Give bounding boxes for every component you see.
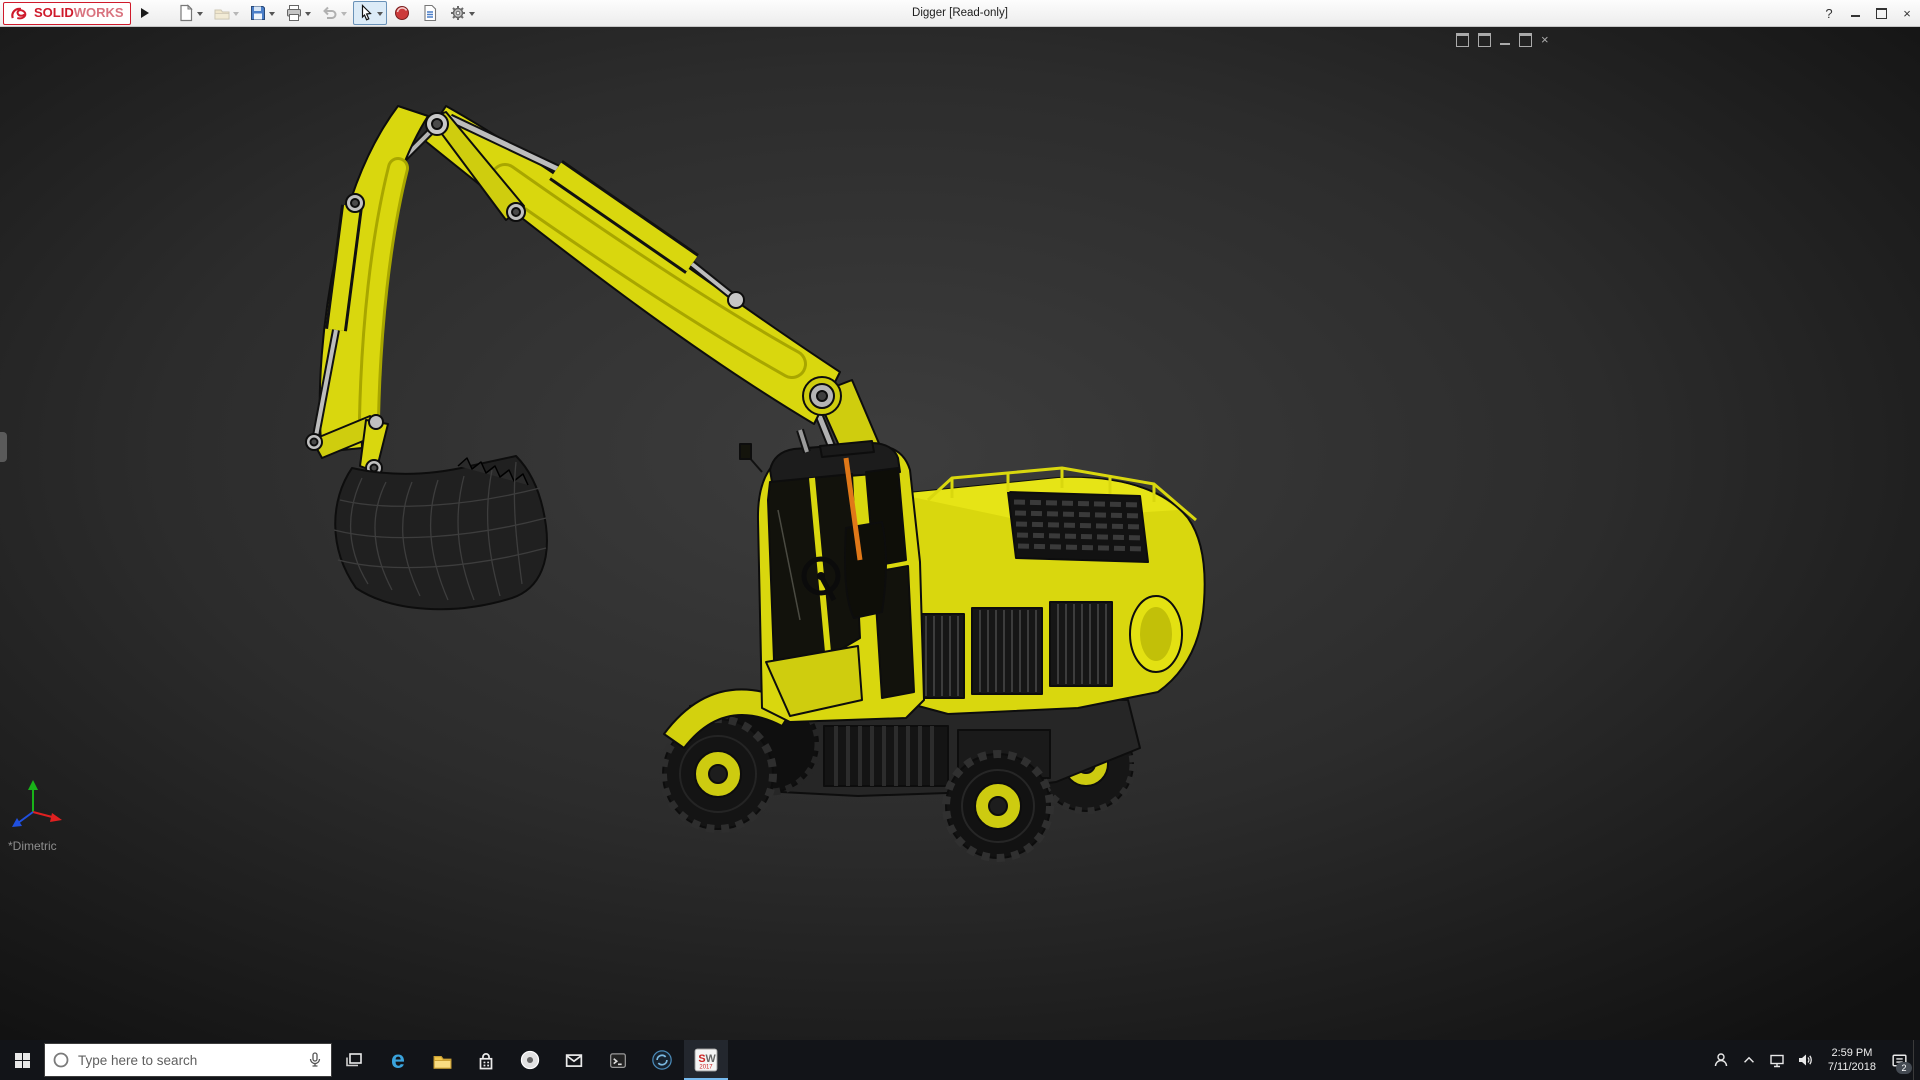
start-button[interactable]	[0, 1040, 44, 1080]
solidworks-app-icon: S W 2017	[694, 1048, 718, 1072]
network-icon	[1770, 1054, 1784, 1068]
console-app-icon	[610, 1053, 626, 1068]
close-button[interactable]: ×	[1894, 0, 1920, 26]
svg-text:W: W	[705, 1053, 716, 1065]
mail-button[interactable]	[552, 1040, 596, 1080]
graphics-viewport[interactable]: × *Dimetric	[0, 26, 1920, 1040]
notification-badge: 2	[1896, 1062, 1912, 1074]
menu-flyout-arrow[interactable]	[138, 2, 152, 24]
rebuild-icon	[394, 6, 409, 20]
restore-icon	[1875, 7, 1887, 19]
select-cursor-icon	[361, 4, 372, 21]
cab	[739, 441, 925, 723]
undo-icon	[322, 6, 337, 19]
options-button[interactable]	[445, 1, 479, 25]
taskbar-search[interactable]	[44, 1043, 332, 1077]
dropdown-arrow-icon[interactable]	[340, 12, 347, 19]
blue-circle-app-button[interactable]	[640, 1040, 684, 1080]
brand-works: WORKS	[73, 5, 124, 20]
search-input[interactable]	[76, 1051, 300, 1069]
cortana-icon	[53, 1052, 69, 1068]
print-icon	[286, 5, 301, 21]
new-document-button[interactable]	[173, 1, 207, 25]
doc-window-icon[interactable]	[1478, 33, 1491, 47]
dassault-3ds-icon	[11, 7, 27, 19]
window-controls: ? ×	[1816, 0, 1920, 26]
people-icon	[1714, 1053, 1728, 1067]
file-properties-icon	[424, 4, 436, 22]
doc-window-icon[interactable]	[1456, 33, 1469, 47]
doc-minimize-icon[interactable]	[1500, 42, 1510, 45]
edge-icon: e	[391, 1045, 405, 1074]
clock-time: 2:59 PM	[1831, 1046, 1873, 1059]
task-view-button[interactable]	[332, 1040, 376, 1080]
dropdown-arrow-icon[interactable]	[304, 12, 311, 19]
solidworks-taskbar-button[interactable]: S W 2017	[684, 1040, 728, 1080]
flyout-arrow-icon	[140, 8, 149, 18]
new-document-icon	[179, 4, 193, 22]
app-titlebar: SOLIDWORKS Digger [Read-only] ? ×	[0, 0, 1920, 27]
select-button[interactable]	[352, 1, 387, 25]
show-desktop-button[interactable]	[1913, 1040, 1920, 1080]
open-button[interactable]	[209, 1, 243, 25]
system-tray: 2:59 PM 7/11/2018 2	[1707, 1040, 1920, 1080]
file-properties-button[interactable]	[417, 1, 443, 25]
task-view-icon	[346, 1053, 362, 1067]
brand-solid: SOLID	[34, 5, 74, 20]
desktop-screen: SOLIDWORKS Digger [Read-only] ? × × *Dim…	[0, 0, 1920, 1080]
rebuild-button[interactable]	[389, 1, 415, 25]
hidden-icons-button[interactable]	[1735, 1040, 1763, 1080]
svg-text:2017: 2017	[699, 1065, 712, 1071]
mail-icon	[565, 1054, 583, 1067]
help-button[interactable]: ?	[1816, 0, 1842, 26]
gear-icon	[450, 6, 465, 20]
bucket[interactable]	[333, 455, 548, 611]
network-button[interactable]	[1763, 1040, 1791, 1080]
clock-date: 7/11/2018	[1827, 1061, 1876, 1073]
file-explorer-button[interactable]	[420, 1040, 464, 1080]
doc-restore-icon[interactable]	[1519, 33, 1532, 47]
rear-wheel	[942, 750, 1054, 862]
dropdown-arrow-icon[interactable]	[376, 12, 383, 19]
document-window-controls: ×	[1456, 33, 1549, 47]
file-explorer-icon	[433, 1055, 451, 1069]
chevron-up-icon	[1743, 1056, 1754, 1063]
save-icon	[250, 6, 265, 20]
panel-collapse-tab[interactable]	[0, 432, 7, 462]
store-button[interactable]	[464, 1040, 508, 1080]
engine-housing	[895, 466, 1206, 715]
model-viewport-canvas[interactable]	[0, 26, 1920, 1040]
open-folder-icon	[214, 9, 230, 20]
volume-button[interactable]	[1791, 1040, 1819, 1080]
dropdown-arrow-icon[interactable]	[232, 12, 239, 19]
microphone-icon[interactable]	[306, 1051, 324, 1069]
dropdown-arrow-icon[interactable]	[268, 12, 275, 19]
action-center-button[interactable]: 2	[1885, 1040, 1913, 1080]
windows-logo-icon	[14, 1052, 30, 1068]
view-orientation-label: *Dimetric	[8, 839, 57, 853]
store-bag-icon	[479, 1053, 493, 1070]
minimize-button[interactable]	[1842, 0, 1868, 26]
volume-icon	[1798, 1054, 1812, 1066]
dropdown-arrow-icon[interactable]	[196, 12, 203, 19]
doc-close-icon[interactable]: ×	[1541, 33, 1549, 46]
taskbar: e	[0, 1040, 1920, 1080]
save-button[interactable]	[245, 1, 279, 25]
console-app-button[interactable]	[596, 1040, 640, 1080]
undo-button[interactable]	[317, 1, 351, 25]
restore-button[interactable]	[1868, 0, 1894, 26]
solidworks-logo: SOLIDWORKS	[3, 1, 131, 25]
white-circle-app-icon	[520, 1050, 540, 1070]
minimize-icon	[1850, 15, 1860, 17]
white-circle-app-button[interactable]	[508, 1040, 552, 1080]
taskbar-clock[interactable]: 2:59 PM 7/11/2018	[1819, 1046, 1885, 1075]
people-button[interactable]	[1707, 1040, 1735, 1080]
blue-circle-app-icon	[652, 1050, 672, 1070]
quick-access-toolbar	[173, 1, 479, 25]
edge-button[interactable]: e	[376, 1040, 420, 1080]
dropdown-arrow-icon[interactable]	[468, 12, 475, 19]
print-button[interactable]	[281, 1, 315, 25]
